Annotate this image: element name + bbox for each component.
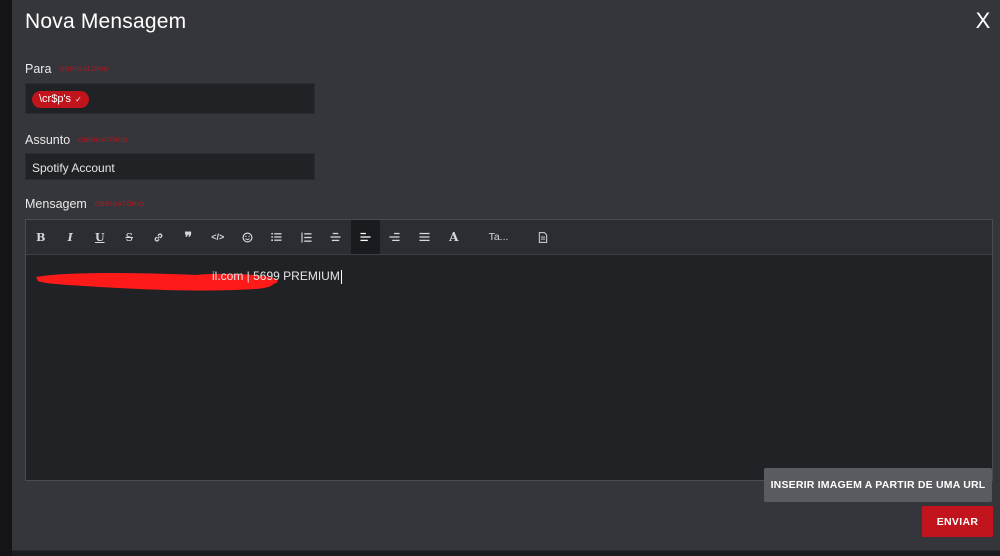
italic-icon[interactable]: I [56, 220, 86, 254]
emoji-icon[interactable] [233, 220, 263, 254]
subject-value: Spotify Account [32, 161, 115, 175]
link-icon[interactable] [144, 220, 174, 254]
send-button[interactable]: ENVIAR [922, 506, 993, 537]
text-caret [340, 269, 342, 284]
message-text: il.com | 5699 PREMIUM [212, 269, 342, 284]
recipient-input[interactable]: \cr$p's ✓ [25, 83, 315, 114]
required-badge: OBRIGATÓRIO [59, 66, 110, 74]
numbered-list-icon[interactable] [292, 220, 322, 254]
required-badge: OBRIGATÓRIO [78, 137, 128, 145]
backdrop-edge [0, 0, 12, 556]
subject-field-label: Assunto OBRIGATÓRIO [25, 133, 128, 147]
recipient-tag-label: \cr$p's [39, 93, 72, 105]
bullet-list-icon[interactable] [262, 220, 292, 254]
source-document-icon[interactable] [529, 220, 559, 254]
recipient-tag[interactable]: \cr$p's ✓ [32, 91, 89, 108]
to-field-label: Para OBRIGATÓRIO [25, 62, 109, 76]
font-size-dropdown[interactable]: Ta... [469, 220, 529, 254]
underline-icon[interactable]: U [85, 220, 115, 254]
to-label-text: Para [25, 62, 52, 76]
align-left-icon[interactable] [350, 220, 380, 254]
editor-toolbar: B I U S ❞ </> A Ta... [26, 220, 992, 255]
message-field-label: Mensagem OBRIGATÓRIO [25, 197, 145, 211]
bold-icon[interactable]: B [26, 220, 56, 254]
align-center-icon[interactable] [321, 220, 351, 254]
strikethrough-icon[interactable]: S [115, 220, 145, 254]
required-badge: OBRIGATÓRIO [94, 201, 145, 209]
remove-tag-icon[interactable]: ✓ [75, 91, 82, 108]
message-body[interactable]: il.com | 5699 PREMIUM INSERIR IMAGEM A P… [26, 255, 992, 502]
close-icon[interactable]: X [972, 8, 994, 34]
modal-title: Nova Mensagem [25, 10, 187, 33]
message-editor: B I U S ❞ </> A Ta... il.com | 5699 PREM… [25, 219, 993, 502]
font-color-icon[interactable]: A [439, 220, 469, 254]
quote-icon[interactable]: ❞ [174, 220, 204, 254]
code-icon[interactable]: </> [203, 220, 233, 254]
message-label-text: Mensagem [25, 197, 87, 211]
new-message-modal: Nova Mensagem X Para OBRIGATÓRIO \cr$p's … [12, 0, 1000, 551]
align-right-icon[interactable] [380, 220, 410, 254]
insert-image-url-button[interactable]: INSERIR IMAGEM A PARTIR DE UMA URL [764, 468, 992, 502]
subject-label-text: Assunto [25, 133, 71, 147]
subject-input[interactable]: Spotify Account [25, 153, 315, 180]
justify-icon[interactable] [410, 220, 440, 254]
